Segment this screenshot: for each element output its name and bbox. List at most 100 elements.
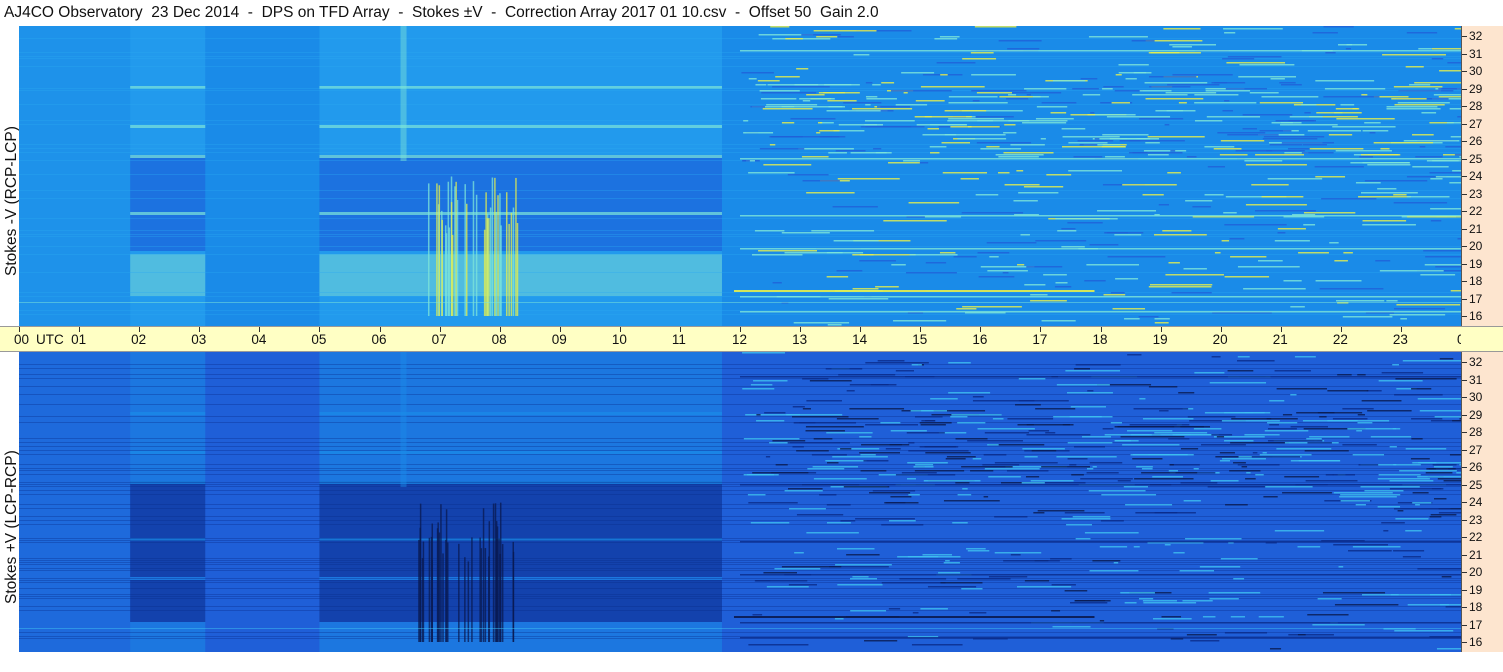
rfi-speckle <box>1209 382 1267 384</box>
rfi-speckle <box>1393 194 1407 196</box>
rfi-speckle <box>756 414 761 416</box>
rfi-speckle <box>945 458 966 460</box>
rfi-speckle <box>1022 448 1065 450</box>
rfi-speckle <box>927 586 977 588</box>
rfi-speckle <box>992 418 1004 420</box>
rfi-speckle <box>1109 138 1128 140</box>
day-band-row <box>130 424 206 427</box>
rfi-speckle <box>792 406 805 408</box>
day-band-row <box>130 517 206 520</box>
day-band-row <box>130 382 206 385</box>
rfi-speckle <box>1073 446 1106 448</box>
rfi-speckle <box>872 490 916 492</box>
rfi-speckle <box>828 298 889 300</box>
frequency-tick-label: 24 <box>1469 495 1483 509</box>
day-band-row <box>319 281 722 284</box>
rfi-speckle <box>1208 592 1261 594</box>
day-band-row <box>319 284 722 287</box>
rfi-speckle <box>1180 426 1211 428</box>
rfi-speckle <box>1452 170 1461 172</box>
frequency-stripe <box>19 594 1461 595</box>
rfi-speckle <box>1067 392 1113 394</box>
rfi-speckle <box>1123 486 1149 488</box>
day-band-row <box>319 200 722 203</box>
day-band-row <box>319 287 722 290</box>
rfi-speckle <box>921 420 936 422</box>
rfi-speckle <box>1201 444 1246 446</box>
rfi-speckle <box>816 132 821 134</box>
day-band-row <box>130 95 206 98</box>
rfi-speckle <box>1334 260 1348 262</box>
day-band-row <box>319 113 722 116</box>
rfi-speckle <box>1031 450 1057 452</box>
rfi-speckle <box>1443 480 1461 482</box>
rfi-speckle <box>1086 468 1094 470</box>
rfi-speckle <box>743 438 800 440</box>
rfi-speckle <box>1255 154 1305 156</box>
rfi-speckle <box>1284 476 1320 478</box>
rfi-speckle <box>1119 140 1141 142</box>
rfi-speckle <box>936 62 976 64</box>
rfi-speckle <box>1020 234 1030 236</box>
rfi-speckle <box>756 420 785 422</box>
rfi-speckle <box>1010 144 1045 146</box>
rfi-speckle <box>788 584 817 586</box>
dawn-zone <box>19 26 131 326</box>
rfi-speckle <box>865 96 878 98</box>
rfi-line-strong <box>733 616 1095 618</box>
rfi-speckle <box>1429 516 1442 518</box>
rfi-speckle <box>825 460 867 462</box>
day-band-row <box>130 320 206 323</box>
rfi-speckle <box>1381 522 1405 524</box>
rfi-speckle <box>1315 280 1362 282</box>
rfi-speckle <box>1237 360 1275 362</box>
rfi-speckle <box>921 410 934 412</box>
rfi-speckle <box>875 286 899 288</box>
rfi-speckle <box>972 458 982 460</box>
day-band-row <box>130 227 206 230</box>
day-band-row <box>130 137 206 140</box>
rfi-speckle <box>1402 360 1461 362</box>
rfi-speckle <box>1199 566 1241 568</box>
rfi-speckle <box>765 456 771 458</box>
rfi-speckle <box>1231 418 1272 420</box>
rfi-speckle <box>1321 198 1377 200</box>
rfi-speckle <box>1324 88 1386 90</box>
frequency-tick-label: 17 <box>1469 617 1483 632</box>
rfi-speckle <box>1438 96 1461 98</box>
rfi-speckle <box>859 452 901 454</box>
rfi-speckle <box>1362 162 1410 164</box>
rfi-speckle <box>743 474 774 476</box>
burst-streak <box>418 539 420 642</box>
day-band-row <box>319 418 722 421</box>
rfi-speckle <box>1394 104 1445 106</box>
rfi-speckle <box>798 148 854 150</box>
rfi-speckle <box>743 132 774 134</box>
rfi-speckle <box>1128 152 1183 154</box>
rfi-speckle <box>1406 32 1438 34</box>
rfi-speckle <box>1168 438 1190 440</box>
day-band-row <box>319 95 722 98</box>
rfi-speckle <box>1431 48 1461 50</box>
rfi-speckle <box>750 384 773 386</box>
frequency-stripe <box>19 364 1461 365</box>
rfi-speckle <box>1216 436 1225 438</box>
rfi-speckle <box>1214 82 1246 84</box>
frequency-tick <box>1462 642 1467 643</box>
top-spectrogram <box>19 26 1461 326</box>
rfi-speckle <box>988 576 1028 578</box>
rfi-speckle <box>1393 550 1425 552</box>
frequency-stripe <box>19 144 1461 145</box>
day-band-row <box>319 62 722 65</box>
burst-streak <box>440 504 442 642</box>
rfi-speckle <box>1312 624 1365 626</box>
day-band-row <box>130 379 206 382</box>
rfi-speckle <box>1114 426 1175 428</box>
rfi-speckle <box>1398 90 1454 92</box>
day-band-row <box>130 260 206 263</box>
rfi-speckle <box>1315 80 1375 82</box>
rfi-speckle <box>970 470 994 472</box>
rfi-speckle <box>1131 40 1155 42</box>
rfi-speckle <box>1024 284 1046 286</box>
day-band-row <box>319 80 722 83</box>
